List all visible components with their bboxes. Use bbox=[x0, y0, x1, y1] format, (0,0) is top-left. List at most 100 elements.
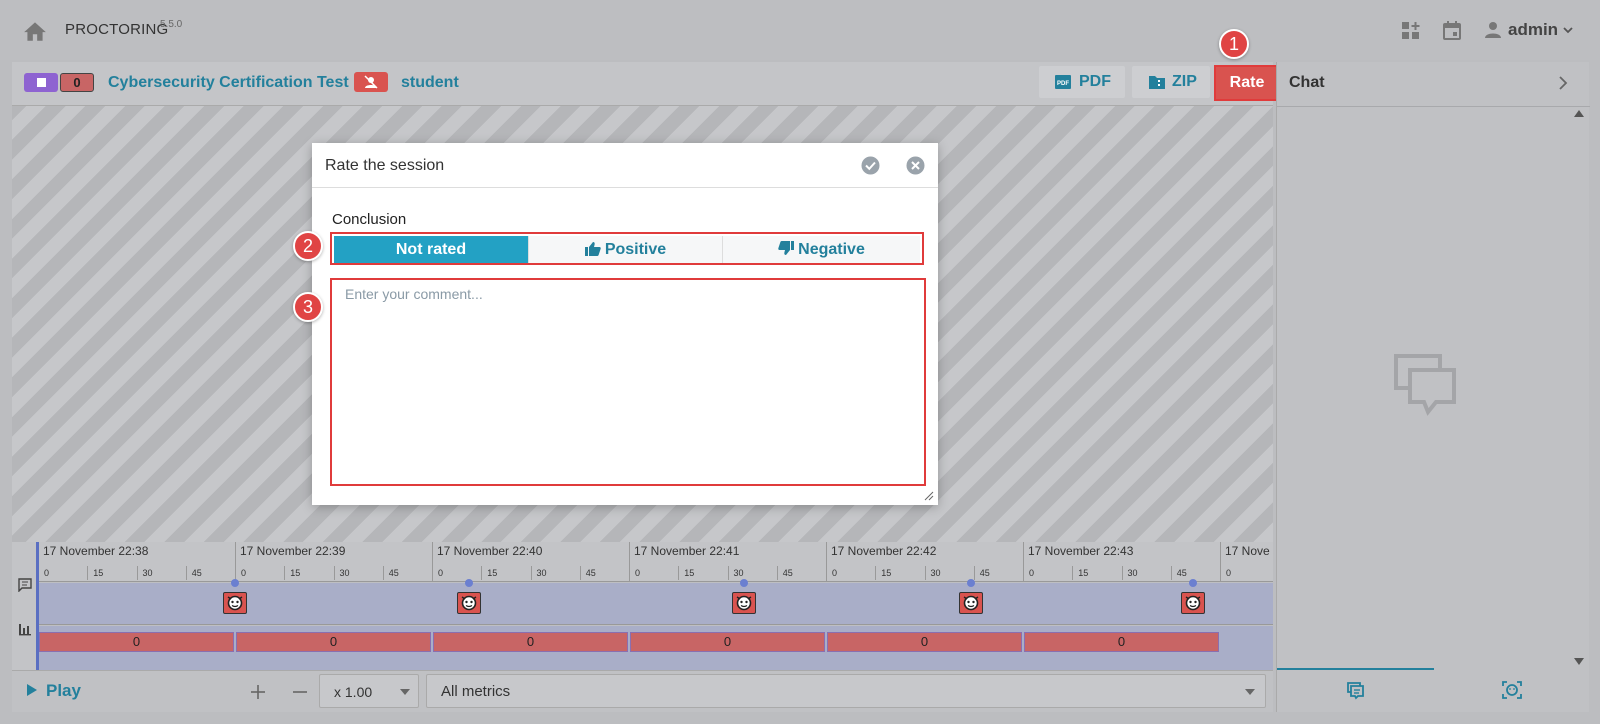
timeline-tick bbox=[1170, 566, 1172, 580]
pdf-button[interactable]: PDF PDF bbox=[1039, 66, 1125, 98]
not-rated-label: Not rated bbox=[395, 241, 467, 258]
zoom-out-icon[interactable] bbox=[292, 684, 308, 700]
user-menu[interactable]: admin bbox=[1508, 20, 1558, 40]
timeline-minute-label: 17 November 22:41 bbox=[634, 544, 740, 558]
timeline-second-label: 45 bbox=[1176, 568, 1187, 578]
timeline-event-dot[interactable] bbox=[1189, 579, 1197, 587]
metric-bar[interactable]: 0 bbox=[39, 632, 234, 652]
close-circle-icon[interactable] bbox=[906, 156, 925, 175]
scroll-up-arrow[interactable] bbox=[1574, 110, 1584, 117]
timeline-tick bbox=[776, 566, 778, 580]
negative-option[interactable]: Negative bbox=[722, 236, 920, 263]
timeline-second-label: 0 bbox=[438, 568, 444, 578]
comment-textarea[interactable] bbox=[330, 278, 926, 486]
timeline-minute-divider bbox=[826, 542, 827, 582]
app-version: 5.5.0 bbox=[160, 19, 183, 30]
user-icon[interactable] bbox=[1484, 21, 1502, 39]
timeline-tick bbox=[136, 566, 138, 580]
timeline-second-label: 45 bbox=[191, 568, 202, 578]
positive-option[interactable]: Positive bbox=[528, 236, 722, 263]
not-rated-option[interactable]: Not rated bbox=[334, 236, 528, 263]
student-status-badge bbox=[354, 72, 388, 92]
timeline-tick bbox=[973, 566, 975, 580]
timeline-tick bbox=[333, 566, 335, 580]
calendar-icon[interactable] bbox=[1441, 20, 1463, 42]
face-icon bbox=[963, 595, 979, 611]
active-tab-indicator bbox=[1277, 668, 1434, 670]
timeline-second-label: 15 bbox=[487, 568, 498, 578]
metric-bar[interactable]: 0 bbox=[236, 632, 431, 652]
metric-bar[interactable]: 0 bbox=[630, 632, 825, 652]
negative-label: Negative bbox=[798, 241, 865, 258]
student-link[interactable]: student bbox=[401, 74, 459, 92]
play-button[interactable]: Play bbox=[26, 681, 81, 701]
timeline-metrics-row: 000000 bbox=[38, 626, 1273, 670]
timeline-tick bbox=[579, 566, 581, 580]
zoom-in-icon[interactable] bbox=[250, 684, 266, 700]
home-icon[interactable] bbox=[22, 20, 48, 42]
conclusion-label: Conclusion bbox=[332, 211, 407, 228]
face-icon bbox=[1185, 595, 1201, 611]
timeline-event-dot[interactable] bbox=[465, 579, 473, 587]
timeline-minute-label: 17 November 22:38 bbox=[43, 544, 149, 558]
face-event-marker[interactable] bbox=[457, 592, 481, 614]
timeline-tick bbox=[727, 566, 729, 580]
chat-tab-icon[interactable] bbox=[1345, 680, 1365, 700]
timeline-axis: 17 November 22:38 0 15 30 45 17 November 22:3… bbox=[38, 542, 1273, 582]
timeline-second-label: 15 bbox=[290, 568, 301, 578]
face-event-marker[interactable] bbox=[959, 592, 983, 614]
dashboard-add-icon[interactable] bbox=[1400, 20, 1422, 42]
person-off-icon bbox=[364, 75, 378, 89]
dialog-header: Rate the session bbox=[312, 143, 938, 188]
step-marker-2: 2 bbox=[293, 231, 323, 261]
thumbs-up-icon bbox=[584, 242, 601, 256]
timeline-event-dot[interactable] bbox=[740, 579, 748, 587]
scroll-down-arrow[interactable] bbox=[1574, 658, 1584, 665]
timeline-side-panel bbox=[12, 542, 38, 670]
chevron-right-icon[interactable] bbox=[1557, 76, 1569, 90]
rate-session-dialog: Rate the session Conclusion Not rated Po… bbox=[312, 143, 938, 505]
timeline-second-label: 0 bbox=[1029, 568, 1035, 578]
timeline-second-label: 30 bbox=[733, 568, 744, 578]
timeline-second-label: 30 bbox=[930, 568, 941, 578]
face-event-marker[interactable] bbox=[223, 592, 247, 614]
timeline-event-dot[interactable] bbox=[967, 579, 975, 587]
timeline-cursor[interactable] bbox=[37, 542, 39, 670]
conclusion-segmented-control: Not rated Positive Negative bbox=[330, 232, 924, 265]
metric-bar[interactable]: 0 bbox=[827, 632, 1022, 652]
zip-button[interactable]: ZIP bbox=[1132, 66, 1210, 98]
timeline-minute-label: 17 Nove bbox=[1225, 544, 1270, 558]
chat-title: Chat bbox=[1289, 74, 1325, 91]
face-event-marker[interactable] bbox=[732, 592, 756, 614]
stop-icon bbox=[37, 78, 46, 87]
timeline-tick bbox=[185, 566, 187, 580]
timeline-tick bbox=[530, 566, 532, 580]
timeline-second-label: 45 bbox=[388, 568, 399, 578]
timeline-tick bbox=[87, 566, 89, 580]
face-event-marker[interactable] bbox=[1181, 592, 1205, 614]
timeline-second-label: 45 bbox=[585, 568, 596, 578]
session-title-link[interactable]: Cybersecurity Certification Test bbox=[108, 74, 349, 92]
metric-bar[interactable]: 0 bbox=[1024, 632, 1219, 652]
timeline-minute-label: 17 November 22:43 bbox=[1028, 544, 1134, 558]
timeline-tick bbox=[875, 566, 877, 580]
rate-button[interactable]: Rate bbox=[1214, 65, 1280, 101]
timeline-minute-divider bbox=[629, 542, 630, 582]
status-badge bbox=[24, 73, 58, 92]
zip-label: ZIP bbox=[1172, 73, 1197, 90]
metric-bar[interactable]: 0 bbox=[433, 632, 628, 652]
chevron-down-icon[interactable] bbox=[1562, 25, 1574, 35]
speed-select[interactable]: x 1.00 bbox=[319, 674, 419, 708]
resize-grip-icon[interactable] bbox=[924, 491, 934, 501]
metrics-select[interactable]: All metrics bbox=[426, 674, 1266, 708]
step-marker-3: 3 bbox=[293, 292, 323, 322]
timeline-minute-label: 17 November 22:39 bbox=[240, 544, 346, 558]
check-circle-icon[interactable] bbox=[861, 156, 880, 175]
timeline-second-label: 0 bbox=[832, 568, 838, 578]
face-detection-tab-icon[interactable] bbox=[1502, 680, 1522, 700]
timeline-events-row bbox=[38, 579, 1273, 625]
step-marker-1: 1 bbox=[1219, 29, 1249, 59]
timeline-event-dot[interactable] bbox=[231, 579, 239, 587]
caret-down-icon bbox=[400, 689, 410, 695]
metrics-value: All metrics bbox=[441, 683, 511, 700]
